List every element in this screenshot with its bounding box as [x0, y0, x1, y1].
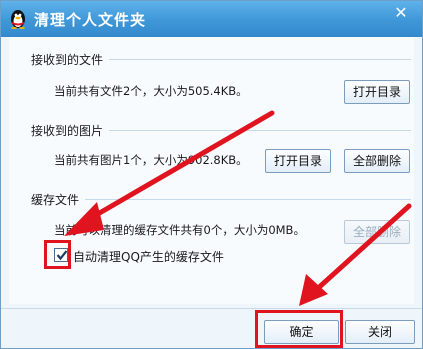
delete-all-images-button[interactable]: 全部删除 [344, 149, 410, 173]
footer-divider [1, 308, 422, 309]
checkmark-icon [56, 250, 68, 261]
received-files-heading: 接收到的文件 [31, 53, 104, 67]
clean-folder-dialog: 清理个人文件夹 ✕ 接收到的文件 当前共有文件2个，大小为505.4KB。 打开… [0, 0, 423, 349]
cache-files-heading: 缓存文件 [31, 193, 80, 207]
section-divider [109, 130, 411, 131]
section-divider [85, 199, 411, 200]
close-button[interactable]: 关闭 [345, 320, 415, 344]
auto-clean-checkbox[interactable] [54, 248, 68, 262]
close-icon[interactable]: ✕ [388, 3, 414, 23]
delete-all-cache-button[interactable]: 全部删除 [344, 220, 410, 244]
ok-button[interactable]: 确定 [264, 320, 339, 344]
dialog-title: 清理个人文件夹 [34, 11, 147, 29]
auto-clean-label[interactable]: 自动清理QQ产生的缓存文件 [73, 248, 224, 265]
qq-penguin-icon [11, 10, 25, 29]
received-files-info: 当前共有文件2个，大小为505.4KB。 [54, 84, 248, 98]
received-images-info: 当前共有图片1个，大小为902.8KB。 [54, 153, 248, 167]
open-files-folder-button[interactable]: 打开目录 [344, 80, 410, 104]
title-bar[interactable]: 清理个人文件夹 ✕ [1, 1, 422, 37]
received-images-heading: 接收到的图片 [31, 124, 104, 138]
open-images-folder-button[interactable]: 打开目录 [265, 149, 331, 173]
section-divider [109, 59, 411, 60]
cache-files-info: 当前可以清理的缓存文件共有0个，大小为0MB。 [54, 223, 305, 237]
